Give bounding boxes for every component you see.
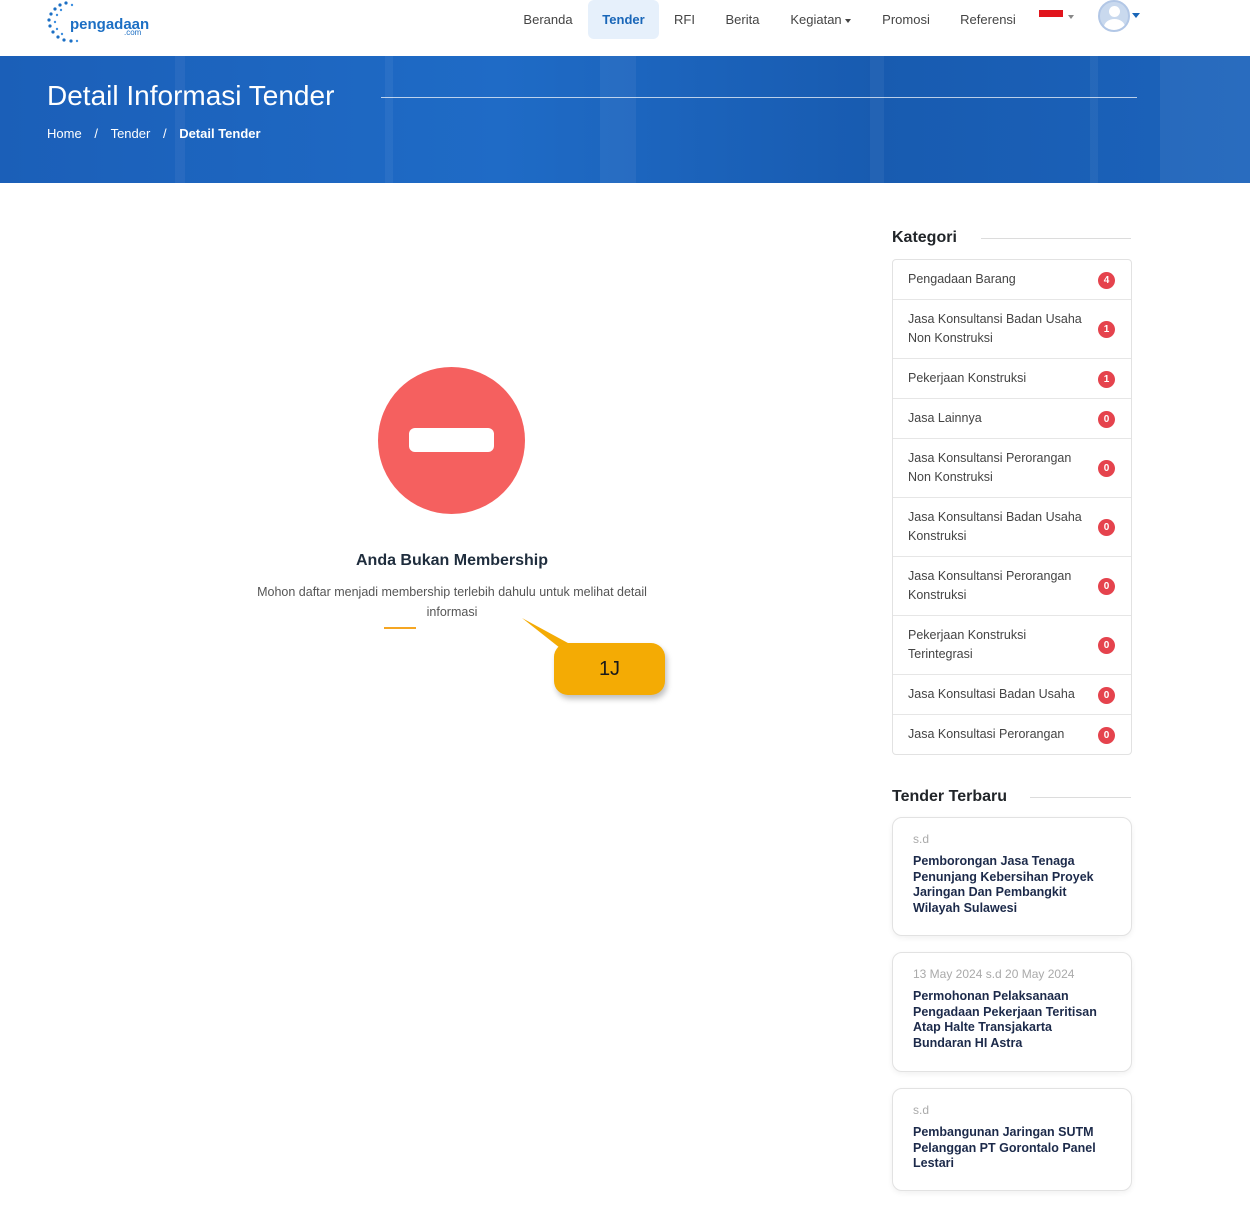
category-label: Pengadaan Barang xyxy=(908,272,1016,286)
category-item[interactable]: Jasa Konsultasi Perorangan 0 xyxy=(893,715,1131,754)
category-item[interactable]: Jasa Konsultansi Perorangan Non Konstruk… xyxy=(893,439,1131,498)
category-item[interactable]: Jasa Konsultasi Badan Usaha 0 xyxy=(893,675,1131,715)
tender-name[interactable]: Permohonan Pelaksanaan Pengadaan Pekerja… xyxy=(913,989,1111,1051)
tender-card[interactable]: 13 May 2024 s.d 20 May 2024 Permohonan P… xyxy=(892,952,1132,1072)
category-item[interactable]: Pekerjaan Konstruksi Terintegrasi 0 xyxy=(893,616,1131,675)
category-label: Jasa Konsultansi Badan Usaha Non Konstru… xyxy=(908,312,1082,345)
category-label: Pekerjaan Konstruksi Terintegrasi xyxy=(908,628,1027,661)
page-title: Detail Informasi Tender xyxy=(47,80,335,111)
count-badge: 0 xyxy=(1098,460,1115,477)
count-badge: 4 xyxy=(1098,271,1115,289)
breadcrumb-separator: / xyxy=(162,126,167,141)
nav-promosi[interactable]: Promosi xyxy=(872,0,940,39)
tender-date: s.d xyxy=(913,832,930,846)
category-item[interactable]: Jasa Konsultansi Badan Usaha Non Konstru… xyxy=(893,300,1131,359)
title-divider xyxy=(381,97,1137,98)
tender-date: 13 May 2024 s.d 20 May 2024 xyxy=(913,967,1075,981)
kategori-divider xyxy=(981,238,1131,239)
breadcrumb: Home / Tender / Detail Tender xyxy=(47,126,261,141)
breadcrumb-current: Detail Tender xyxy=(179,126,261,141)
breadcrumb-home[interactable]: Home xyxy=(47,126,82,141)
nav-tender[interactable]: Tender xyxy=(588,0,659,39)
breadcrumb-tender[interactable]: Tender xyxy=(111,126,151,141)
category-item[interactable]: Jasa Konsultansi Perorangan Konstruksi 0 xyxy=(893,557,1131,616)
category-item[interactable]: Pekerjaan Konstruksi 1 xyxy=(893,359,1131,399)
tender-terbaru-title: Tender Terbaru xyxy=(892,788,1007,805)
category-label: Jasa Konsultansi Badan Usaha Konstruksi xyxy=(908,510,1082,543)
category-item[interactable]: Jasa Konsultansi Badan Usaha Konstruksi 0 xyxy=(893,498,1131,557)
count-badge: 0 xyxy=(1098,519,1115,536)
indonesia-flag-icon[interactable] xyxy=(1039,10,1063,24)
breadcrumb-separator: / xyxy=(94,126,98,141)
count-badge: 0 xyxy=(1098,726,1115,744)
category-item[interactable]: Jasa Lainnya 0 xyxy=(893,399,1131,439)
count-badge: 1 xyxy=(1098,370,1115,388)
nav-kegiatan[interactable]: Kegiatan xyxy=(783,0,858,39)
notice-underline xyxy=(384,627,416,629)
category-label: Jasa Konsultansi Perorangan Konstruksi xyxy=(908,569,1072,602)
no-entry-icon xyxy=(378,367,525,514)
tender-card[interactable]: s.d Pembangunan Jaringan SUTM Pelanggan … xyxy=(892,1088,1132,1191)
page-banner: Detail Informasi Tender Home / Tender / … xyxy=(0,56,1250,183)
category-label: Jasa Konsultansi Perorangan Non Konstruk… xyxy=(908,451,1072,484)
notice-message: Mohon daftar menjadi membership terlebih… xyxy=(257,585,647,619)
logo-subtext: .com xyxy=(124,28,142,37)
notice-title: Anda Bukan Membership xyxy=(355,552,549,569)
kategori-title: Kategori xyxy=(892,229,957,246)
count-badge: 0 xyxy=(1098,637,1115,654)
site-logo[interactable]: pengadaan .com xyxy=(46,0,156,46)
category-label: Jasa Lainnya xyxy=(908,411,982,425)
category-label: Pekerjaan Konstruksi xyxy=(908,371,1027,385)
category-label: Jasa Konsultasi Badan Usaha xyxy=(908,687,1075,701)
tender-name[interactable]: Pembangunan Jaringan SUTM Pelanggan PT G… xyxy=(913,1125,1111,1172)
chevron-down-icon xyxy=(1132,13,1140,18)
tender-terbaru-divider xyxy=(1030,797,1131,798)
tender-card[interactable]: s.d Pemborongan Jasa Tenaga Penunjang Ke… xyxy=(892,817,1132,936)
nav-kegiatan-label: Kegiatan xyxy=(790,12,842,27)
user-avatar-icon[interactable] xyxy=(1098,0,1130,32)
nav-beranda[interactable]: Beranda xyxy=(513,0,583,39)
nav-rfi[interactable]: RFI xyxy=(667,0,702,39)
count-badge: 1 xyxy=(1098,321,1115,338)
tender-date: s.d xyxy=(913,1103,930,1117)
nav-berita[interactable]: Berita xyxy=(715,0,770,39)
count-badge: 0 xyxy=(1098,410,1115,428)
category-item[interactable]: Pengadaan Barang 4 xyxy=(893,260,1131,300)
callout-label: 1J xyxy=(554,643,665,695)
chevron-down-icon xyxy=(1068,15,1074,19)
top-header: pengadaan .com Beranda Tender RFI Berita… xyxy=(0,0,1250,56)
tender-name[interactable]: Pemborongan Jasa Tenaga Penunjang Kebers… xyxy=(913,854,1111,916)
category-label: Jasa Konsultasi Perorangan xyxy=(908,727,1065,741)
count-badge: 0 xyxy=(1098,578,1115,595)
chevron-down-icon xyxy=(844,18,851,23)
nav-referensi[interactable]: Referensi xyxy=(952,0,1024,39)
count-badge: 0 xyxy=(1098,686,1115,704)
category-list: Pengadaan Barang 4 Jasa Konsultansi Badan… xyxy=(892,259,1132,755)
